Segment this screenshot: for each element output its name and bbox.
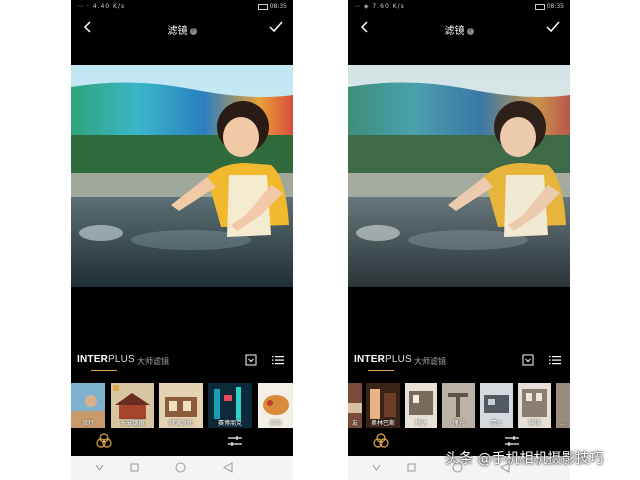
status-clock: 08:35: [546, 3, 564, 10]
filter-thumbnails: 旅行 长安烟雨 桃源时代 赛博朋克 食物: [71, 383, 293, 428]
confirm-icon[interactable]: [269, 21, 283, 33]
phone-screen-right: ⋯ ◈ 7.60 K/s 08:35 滤镜? INTERPLUS 大师滤镜 友 …: [348, 0, 570, 480]
watermark: 头条 @手机相机摄影技巧: [445, 451, 604, 467]
filter-thumb[interactable]: 理光: [442, 383, 475, 428]
system-nav-bar: [71, 456, 293, 480]
tab-interplus-bold: INTER: [77, 354, 108, 365]
tab-interplus[interactable]: INTERPLUS: [354, 354, 412, 365]
filter-thumb[interactable]: 食物: [258, 383, 293, 428]
tab-interplus-rest: PLUS: [108, 354, 135, 365]
tab-underline: [368, 370, 394, 371]
filter-tool-icon[interactable]: [95, 432, 113, 450]
status-bar: ⋯ · 4.40 K/s 08:35: [71, 0, 293, 14]
collapse-icon[interactable]: [245, 354, 257, 366]
thumb-label: 理光: [452, 420, 465, 427]
collapse-icon[interactable]: [522, 354, 534, 366]
thumb-label: 富士: [490, 420, 503, 427]
adjust-tool-icon[interactable]: [227, 433, 243, 449]
status-bar: ⋯ ◈ 7.60 K/s 08:35: [348, 0, 570, 14]
thumb-label: 柯达: [414, 420, 427, 427]
status-left: ⋯ · 4.40 K/s: [77, 3, 126, 10]
page-title-text: 滤镜: [444, 26, 465, 37]
battery-icon: [257, 3, 268, 10]
filter-thumb[interactable]: 桃源时代: [159, 383, 203, 428]
filter-thumbnails: 友 奥林巴斯 柯达 理光 富士 宾得 …: [348, 383, 570, 428]
status-right: 08:35: [257, 3, 287, 10]
filter-tool-icon[interactable]: [372, 432, 390, 450]
filter-thumb[interactable]: 友: [348, 383, 362, 428]
battery-icon: [534, 3, 545, 10]
filter-tabs: INTERPLUS 大师滤镜: [71, 348, 293, 376]
page-title: 滤镜?: [71, 22, 293, 37]
filter-tabs: INTERPLUS 大师滤镜: [348, 348, 570, 376]
nav-back-icon[interactable]: [372, 463, 381, 472]
thumb-label: 赛博朋克: [217, 420, 242, 427]
nav-back-icon[interactable]: [95, 463, 104, 472]
confirm-icon[interactable]: [546, 21, 560, 33]
nav-home-icon[interactable]: [175, 462, 186, 473]
nav-recents-icon[interactable]: [407, 463, 416, 472]
status-left: ⋯ ◈ 7.60 K/s: [354, 3, 405, 10]
nav-recents-icon[interactable]: [130, 463, 139, 472]
photo-preview: [71, 65, 293, 287]
filter-thumb[interactable]: 长安烟雨: [111, 383, 154, 428]
thumb-label: 奥林巴斯: [370, 420, 395, 427]
page-title-text: 滤镜: [167, 26, 188, 37]
premium-icon: [113, 385, 119, 391]
tab-interplus[interactable]: INTERPLUS: [77, 354, 135, 365]
list-icon[interactable]: [272, 354, 284, 366]
photo-preview: [348, 65, 570, 287]
status-right: 08:35: [534, 3, 564, 10]
thumb-label: 友: [351, 420, 358, 427]
top-bar: 滤镜?: [71, 16, 293, 40]
filter-thumb[interactable]: 旅行: [71, 383, 105, 428]
thumb-label: 长安烟雨: [120, 420, 145, 427]
list-icon[interactable]: [549, 354, 561, 366]
tab-underline: [91, 370, 117, 371]
adjust-tool-icon[interactable]: [504, 433, 520, 449]
tab-interplus-bold: INTER: [354, 354, 385, 365]
help-icon[interactable]: ?: [466, 27, 474, 35]
help-icon[interactable]: ?: [189, 27, 197, 35]
thumb-label: 食物: [269, 420, 282, 427]
page-title: 滤镜?: [348, 22, 570, 37]
filter-thumb[interactable]: 赛博朋克: [208, 383, 252, 428]
filter-thumb-selected[interactable]: 奥林巴斯: [366, 383, 400, 428]
thumb-label: 旅行: [81, 420, 94, 427]
tab-master-filters[interactable]: 大师滤镜: [414, 356, 446, 367]
tab-master-filters[interactable]: 大师滤镜: [137, 356, 169, 367]
nav-back-triangle-icon[interactable]: [223, 462, 233, 473]
top-bar: 滤镜?: [348, 16, 570, 40]
thumb-label: 桃源时代: [168, 420, 193, 427]
filter-thumb[interactable]: …: [556, 383, 570, 428]
status-clock: 08:35: [269, 3, 287, 10]
filter-thumb[interactable]: 宾得: [518, 383, 551, 428]
thumb-label: 宾得: [528, 420, 541, 427]
filter-thumb[interactable]: 富士: [480, 383, 513, 428]
bottom-toolbar: [71, 430, 293, 452]
thumb-label: …: [560, 420, 566, 427]
filter-thumb[interactable]: 柯达: [405, 383, 437, 428]
phone-screen-left: ⋯ · 4.40 K/s 08:35 滤镜? INTERPLUS 大师滤镜 旅行…: [71, 0, 293, 480]
tab-interplus-rest: PLUS: [385, 354, 412, 365]
